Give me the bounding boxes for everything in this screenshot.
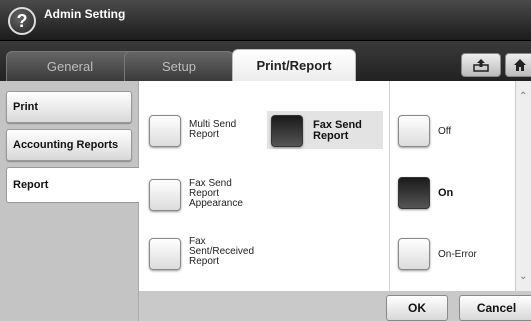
report-list: Multi Send Report Fax Send Report Fax Se… <box>139 81 389 291</box>
admin-setting-screen: ? Admin Setting General Setup Print/Repo… <box>0 0 531 321</box>
fax-send-report-appearance-label: Fax Send Report Appearance <box>189 178 243 209</box>
fax-send-report-label: Fax Send Report <box>313 119 362 142</box>
upload-button[interactable] <box>461 53 501 77</box>
home-icon <box>514 59 526 71</box>
tab-print-report[interactable]: Print/Report <box>232 49 356 81</box>
option-on-button[interactable] <box>398 177 430 209</box>
page-title: Admin Setting <box>44 7 126 21</box>
tab-bar: General Setup Print/Report <box>0 41 531 81</box>
sidebar-item-print[interactable]: Print <box>6 91 132 123</box>
multi-send-report-label: Multi Send Report <box>189 119 237 140</box>
option-off-label: Off <box>438 126 452 137</box>
tab-general[interactable]: General <box>6 51 134 81</box>
option-on-error-button[interactable] <box>398 238 430 270</box>
sidebar: Print Accounting Reports Report <box>0 81 140 321</box>
option-on-error-label: On-Error <box>438 249 477 260</box>
multi-send-report-button[interactable] <box>149 115 181 147</box>
option-on-label: On <box>438 187 454 199</box>
scroll-up-icon[interactable]: ⌃ <box>519 91 527 102</box>
fax-send-report-button[interactable] <box>271 115 303 147</box>
option-off-button[interactable] <box>398 115 430 147</box>
fax-sent-received-report-button[interactable] <box>149 238 181 270</box>
home-button[interactable] <box>505 53 531 77</box>
sidebar-item-accounting-reports[interactable]: Accounting Reports <box>6 129 132 161</box>
fax-sent-received-report-label: Fax Sent/Received Report <box>189 236 255 267</box>
scroll-down-icon[interactable]: ⌄ <box>519 271 527 282</box>
footer-bar: OK Cancel <box>139 291 531 321</box>
title-bar: ? Admin Setting <box>0 0 531 41</box>
option-list: Off On On-Error <box>389 81 515 291</box>
tab-setup[interactable]: Setup <box>124 51 234 81</box>
upload-icon <box>473 59 489 72</box>
ok-button[interactable]: OK <box>386 295 448 321</box>
scrollbar[interactable]: ⌃ ⌄ <box>515 81 531 291</box>
help-icon[interactable]: ? <box>8 7 36 35</box>
cancel-button[interactable]: Cancel <box>459 295 531 321</box>
fax-send-report-appearance-button[interactable] <box>149 179 181 211</box>
sidebar-item-report[interactable]: Report <box>6 167 140 203</box>
